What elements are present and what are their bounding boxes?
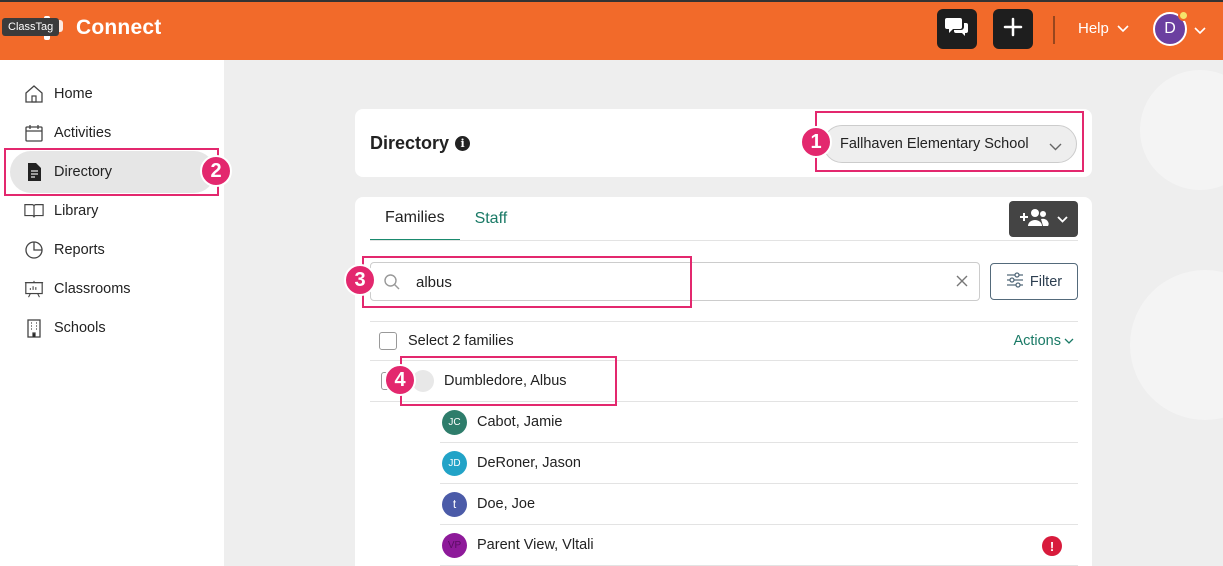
app-name[interactable]: Connect [76,16,161,40]
sidebar-item-label: Reports [54,242,105,258]
book-icon [24,201,44,221]
annotation-badge: 4 [384,364,416,396]
member-name[interactable]: DeRoner, Jason [477,455,581,471]
pie-chart-icon [24,240,44,260]
sidebar-item-reports[interactable]: Reports [10,229,215,271]
presentation-icon [24,279,44,299]
member-name[interactable]: Doe, Joe [477,496,535,512]
chat-bubbles-icon [945,16,969,43]
member-row[interactable]: t Doe, Joe [440,484,1078,525]
page-title: Directory i [370,133,471,154]
sidebar-item-label: Library [54,203,99,219]
background-decoration [1130,270,1223,420]
actions-menu[interactable]: Actions [1013,333,1074,349]
sidebar-item-classrooms[interactable]: Classrooms [10,268,215,310]
avatar: JD [442,450,467,476]
help-menu[interactable]: Help [1078,20,1129,37]
page-title-text: Directory [370,133,450,153]
sidebar-item-home[interactable]: Home [10,73,215,115]
plus-icon [1003,17,1023,42]
chevron-down-icon[interactable] [1194,22,1206,40]
annotation-box-family [400,356,617,406]
sidebar-item-library[interactable]: Library [10,190,215,232]
member-row[interactable]: VP Parent View, Vltali ! [440,525,1078,566]
home-icon [24,84,44,104]
create-button[interactable] [993,9,1033,49]
annotation-box-search [362,256,692,308]
annotation-badge: 2 [200,155,232,187]
tab-families[interactable]: Families [370,197,460,241]
tab-divider [370,240,1078,241]
sidebar-item-label: Schools [54,320,106,336]
header-divider [1053,16,1055,44]
annotation-badge: 1 [800,126,832,158]
chevron-down-icon [1064,333,1074,349]
messages-button[interactable] [937,9,977,49]
add-users-icon [1019,207,1049,232]
sidebar-item-label: Home [54,86,93,102]
member-name[interactable]: Cabot, Jamie [477,414,562,430]
tab-staff[interactable]: Staff [460,197,523,241]
member-row[interactable]: JC Cabot, Jamie [440,402,1078,443]
help-label: Help [1078,20,1109,37]
chevron-down-icon [1117,20,1129,37]
select-all-label: Select 2 families [408,333,514,349]
actions-label: Actions [1013,333,1061,349]
sidebar-item-schools[interactable]: Schools [10,307,215,349]
chevron-down-icon [1057,210,1068,228]
logo-tooltip: ClassTag [2,18,60,36]
annotation-box-school-select [815,111,1084,172]
sidebar-item-label: Classrooms [54,281,131,297]
sliders-icon [1006,271,1024,292]
avatar: t [442,491,467,517]
select-all-checkbox[interactable] [379,332,397,350]
member-row[interactable]: JD DeRoner, Jason [440,443,1078,484]
alert-icon[interactable]: ! [1042,536,1062,556]
sidebar: Home Activities Directory Library Report… [0,60,224,566]
info-icon[interactable]: i [455,136,471,151]
annotation-box-directory [4,148,219,196]
avatar: VP [442,532,467,558]
top-bar [0,0,1223,60]
tab-bar: Families Staff [370,197,522,241]
status-dot [1178,10,1189,21]
sidebar-item-label: Activities [54,125,112,141]
calendar-icon [24,123,44,143]
avatar: JC [442,409,467,435]
annotation-badge: 3 [344,264,376,296]
member-name[interactable]: Parent View, Vltali [477,537,594,553]
filter-button[interactable]: Filter [990,263,1078,300]
filter-label: Filter [1029,273,1063,290]
clear-search-icon[interactable] [955,272,969,293]
background-decoration [1140,70,1223,190]
select-all-row: Select 2 families Actions [370,321,1078,361]
add-member-button[interactable] [1009,201,1078,237]
building-icon [24,318,44,338]
